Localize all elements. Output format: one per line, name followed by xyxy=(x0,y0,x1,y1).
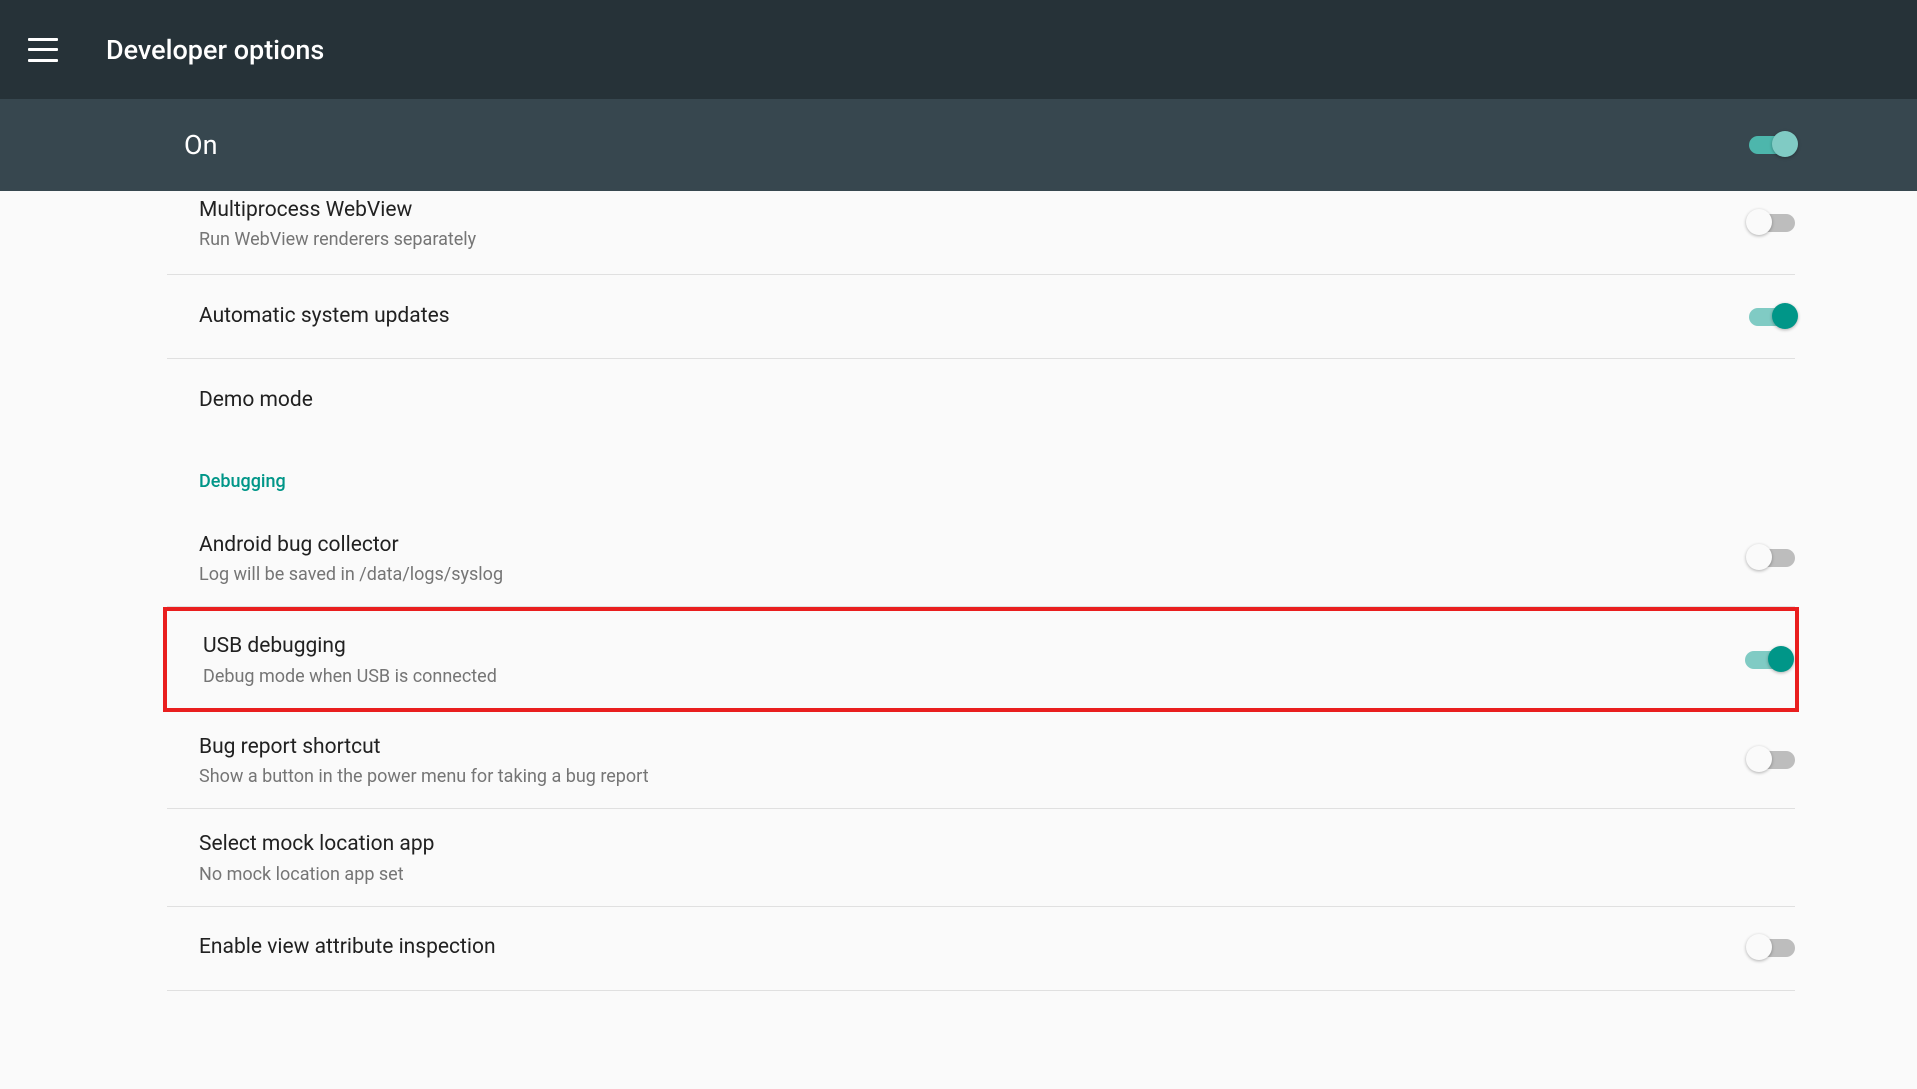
setting-title: Enable view attribute inspection xyxy=(199,933,1749,962)
setting-title: USB debugging xyxy=(203,632,1745,661)
setting-title: Automatic system updates xyxy=(199,302,1749,331)
setting-subtitle: Log will be saved in /data/logs/syslog xyxy=(199,564,1749,585)
settings-content: Multiprocess WebView Run WebView rendere… xyxy=(0,191,1917,991)
setting-title: Demo mode xyxy=(199,386,1795,415)
setting-usb-debugging[interactable]: USB debugging Debug mode when USB is con… xyxy=(163,607,1799,711)
setting-text: Enable view attribute inspection xyxy=(199,933,1749,962)
setting-multiprocess-webview[interactable]: Multiprocess WebView Run WebView rendere… xyxy=(167,191,1795,275)
setting-subtitle: No mock location app set xyxy=(199,864,1795,885)
usb-debugging-toggle[interactable] xyxy=(1745,650,1791,670)
setting-view-attribute[interactable]: Enable view attribute inspection xyxy=(167,907,1795,991)
bug-report-shortcut-toggle[interactable] xyxy=(1749,750,1795,770)
auto-updates-toggle[interactable] xyxy=(1749,307,1795,327)
page-title: Developer options xyxy=(106,34,324,66)
setting-text: Automatic system updates xyxy=(199,302,1749,331)
setting-auto-updates[interactable]: Automatic system updates xyxy=(167,275,1795,359)
setting-title: Android bug collector xyxy=(199,531,1749,560)
settings-list: Multiprocess WebView Run WebView rendere… xyxy=(167,191,1795,991)
setting-demo-mode[interactable]: Demo mode xyxy=(167,359,1795,443)
hamburger-menu-icon[interactable] xyxy=(28,38,58,62)
setting-title: Multiprocess WebView xyxy=(199,196,1749,225)
setting-mock-location[interactable]: Select mock location app No mock locatio… xyxy=(167,809,1795,906)
view-attribute-toggle[interactable] xyxy=(1749,938,1795,958)
master-toggle-bar[interactable]: On xyxy=(0,99,1917,191)
setting-text: Multiprocess WebView Run WebView rendere… xyxy=(199,196,1749,250)
master-toggle-label: On xyxy=(184,129,218,161)
multiprocess-webview-toggle[interactable] xyxy=(1749,213,1795,233)
master-toggle[interactable] xyxy=(1749,135,1795,155)
setting-text: Select mock location app No mock locatio… xyxy=(199,830,1795,884)
setting-text: Android bug collector Log will be saved … xyxy=(199,531,1749,585)
setting-text: Bug report shortcut Show a button in the… xyxy=(199,733,1749,787)
setting-subtitle: Debug mode when USB is connected xyxy=(203,666,1745,687)
setting-subtitle: Run WebView renderers separately xyxy=(199,229,1749,250)
setting-bug-collector[interactable]: Android bug collector Log will be saved … xyxy=(167,510,1795,607)
app-header: Developer options xyxy=(0,0,1917,99)
setting-text: Demo mode xyxy=(199,386,1795,415)
bug-collector-toggle[interactable] xyxy=(1749,548,1795,568)
setting-bug-report-shortcut[interactable]: Bug report shortcut Show a button in the… xyxy=(167,712,1795,809)
setting-subtitle: Show a button in the power menu for taki… xyxy=(199,766,1749,787)
setting-title: Select mock location app xyxy=(199,830,1795,859)
setting-title: Bug report shortcut xyxy=(199,733,1749,762)
section-header-debugging: Debugging xyxy=(167,443,1795,510)
setting-text: USB debugging Debug mode when USB is con… xyxy=(203,632,1745,686)
